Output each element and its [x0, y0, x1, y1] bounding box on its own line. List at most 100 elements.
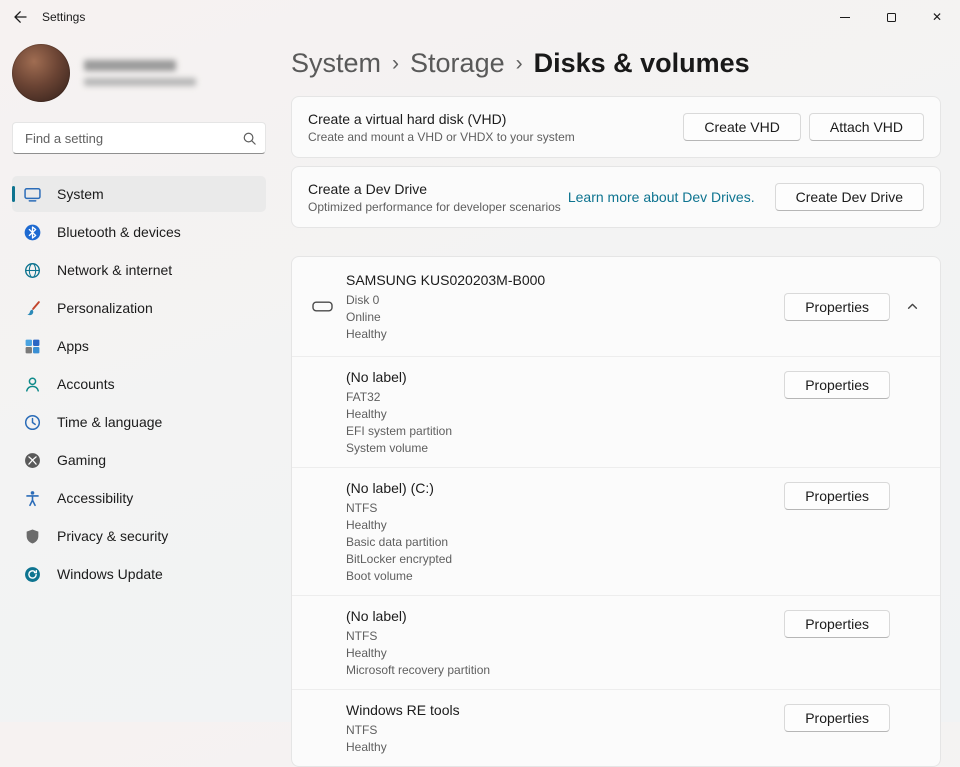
apps-grid-icon — [24, 338, 41, 355]
user-profile[interactable] — [12, 40, 266, 118]
dev-drive-card: Create a Dev Drive Optimized performance… — [291, 166, 941, 228]
disk-status: Online — [346, 310, 381, 324]
volume-filesystem: NTFS — [346, 629, 378, 643]
volume-encryption: BitLocker encrypted — [346, 552, 453, 566]
paintbrush-icon — [24, 300, 41, 317]
volume-health: Healthy — [346, 518, 387, 532]
breadcrumb-system[interactable]: System — [291, 47, 381, 79]
sidebar-nav: System Bluetooth & devices Network & int… — [12, 176, 266, 592]
maximize-icon — [886, 12, 896, 22]
sidebar-item-label: Personalization — [57, 300, 153, 316]
volume-name: (No label) — [346, 369, 407, 385]
volume-partition-type: Basic data partition — [346, 535, 449, 549]
volume-name: (No label) (C:) — [346, 480, 434, 496]
page-title: Disks & volumes — [533, 48, 750, 78]
sidebar-item-windows-update[interactable]: Windows Update — [12, 556, 266, 592]
volume-health: Healthy — [346, 646, 387, 660]
volume-filesystem: NTFS — [346, 501, 378, 515]
sidebar-item-privacy-security[interactable]: Privacy & security — [12, 518, 266, 554]
close-button[interactable]: ✕ — [914, 0, 960, 34]
volume-properties-button[interactable]: Properties — [784, 482, 890, 510]
sidebar-item-gaming[interactable]: Gaming — [12, 442, 266, 478]
vhd-card: Create a virtual hard disk (VHD) Create … — [291, 96, 941, 158]
volume-name: (No label) — [346, 608, 407, 624]
main-content: System › Storage › Disks & volumes Creat… — [291, 34, 941, 767]
volume-filesystem: NTFS — [346, 723, 378, 737]
volume-info: (No label) (C:) NTFS Healthy Basic data … — [346, 478, 784, 585]
breadcrumb: System › Storage › Disks & volumes — [291, 46, 941, 80]
volume-properties-button[interactable]: Properties — [784, 371, 890, 399]
person-icon — [24, 376, 41, 393]
attach-vhd-button[interactable]: Attach VHD — [808, 113, 924, 141]
volume-row-recovery: (No label) NTFS Healthy Microsoft recove… — [292, 595, 940, 689]
disk-header-row[interactable]: SAMSUNG KUS020203M-B000 Disk 0 Online He… — [292, 257, 940, 356]
volume-row-efi: (No label) FAT32 Healthy EFI system part… — [292, 356, 940, 467]
disk-list-card: SAMSUNG KUS020203M-B000 Disk 0 Online He… — [291, 256, 941, 767]
xbox-icon — [24, 452, 41, 469]
dev-drive-card-title: Create a Dev Drive — [308, 180, 428, 197]
sidebar-item-time-language[interactable]: Time & language — [12, 404, 266, 440]
volume-health: Healthy — [346, 740, 387, 754]
network-globe-icon — [24, 262, 41, 279]
minimize-icon — [840, 16, 850, 18]
sidebar-item-bluetooth-devices[interactable]: Bluetooth & devices — [12, 214, 266, 250]
volume-name: Windows RE tools — [346, 702, 460, 718]
search-input[interactable] — [25, 130, 242, 146]
sidebar-item-accounts[interactable]: Accounts — [12, 366, 266, 402]
search-box[interactable] — [12, 122, 266, 154]
sidebar-item-label: Accounts — [57, 376, 115, 392]
volume-health: Healthy — [346, 407, 387, 421]
dev-drive-learn-more-link[interactable]: Learn more about Dev Drives. — [568, 189, 755, 205]
sidebar-item-network-internet[interactable]: Network & internet — [12, 252, 266, 288]
disk-health: Healthy — [346, 327, 387, 341]
user-name-redacted — [84, 60, 196, 86]
volume-info: Windows RE tools NTFS Healthy — [346, 700, 784, 756]
chevron-right-icon: › — [515, 52, 523, 75]
sidebar-item-label: System — [57, 186, 104, 202]
sidebar-item-system[interactable]: System — [12, 176, 266, 212]
volume-filesystem: FAT32 — [346, 390, 381, 404]
volume-properties-button[interactable]: Properties — [784, 704, 890, 732]
breadcrumb-storage[interactable]: Storage — [410, 47, 505, 79]
chevron-right-icon: › — [392, 52, 400, 75]
dev-drive-card-text: Create a Dev Drive Optimized performance… — [308, 181, 568, 214]
sidebar-item-label: Network & internet — [57, 262, 173, 278]
vhd-card-title: Create a virtual hard disk (VHD) — [308, 110, 507, 127]
avatar — [12, 44, 70, 102]
volume-info: (No label) FAT32 Healthy EFI system part… — [346, 367, 784, 457]
sidebar-item-label: Apps — [57, 338, 89, 354]
volume-partition-type: Microsoft recovery partition — [346, 663, 491, 677]
sidebar-item-accessibility[interactable]: Accessibility — [12, 480, 266, 516]
volume-partition-type: EFI system partition — [346, 424, 453, 438]
disk-properties-button[interactable]: Properties — [784, 292, 890, 321]
system-icon — [24, 186, 41, 203]
volume-info: (No label) NTFS Healthy Microsoft recove… — [346, 606, 784, 679]
sidebar-item-label: Accessibility — [57, 490, 134, 506]
disk-info: SAMSUNG KUS020203M-B000 Disk 0 Online He… — [346, 270, 784, 343]
volume-role: System volume — [346, 441, 429, 455]
sidebar-item-apps[interactable]: Apps — [12, 328, 266, 364]
search-icon — [242, 131, 257, 146]
volume-role: Boot volume — [346, 569, 413, 583]
sidebar-item-label: Gaming — [57, 452, 107, 468]
create-vhd-button[interactable]: Create VHD — [683, 113, 801, 141]
sidebar-item-personalization[interactable]: Personalization — [12, 290, 266, 326]
sidebar-item-label: Time & language — [57, 414, 163, 430]
dev-drive-card-subtitle: Optimized performance for developer scen… — [308, 199, 561, 214]
volume-row-c-drive: (No label) (C:) NTFS Healthy Basic data … — [292, 467, 940, 595]
sidebar-item-label: Privacy & security — [57, 528, 169, 544]
create-dev-drive-button[interactable]: Create Dev Drive — [774, 183, 924, 211]
disk-name: SAMSUNG KUS020203M-B000 — [346, 272, 546, 288]
back-button[interactable] — [0, 0, 40, 34]
volume-properties-button[interactable]: Properties — [784, 610, 890, 638]
sidebar: System Bluetooth & devices Network & int… — [0, 34, 278, 722]
window-controls: ✕ — [822, 0, 960, 34]
shield-icon — [24, 528, 41, 545]
back-arrow-icon — [14, 11, 27, 23]
window-title: Settings — [42, 10, 86, 24]
update-refresh-icon — [24, 566, 41, 583]
chevron-up-icon[interactable] — [904, 300, 920, 313]
disk-drive-icon — [312, 300, 346, 313]
maximize-button[interactable] — [868, 0, 914, 34]
minimize-button[interactable] — [822, 0, 868, 34]
